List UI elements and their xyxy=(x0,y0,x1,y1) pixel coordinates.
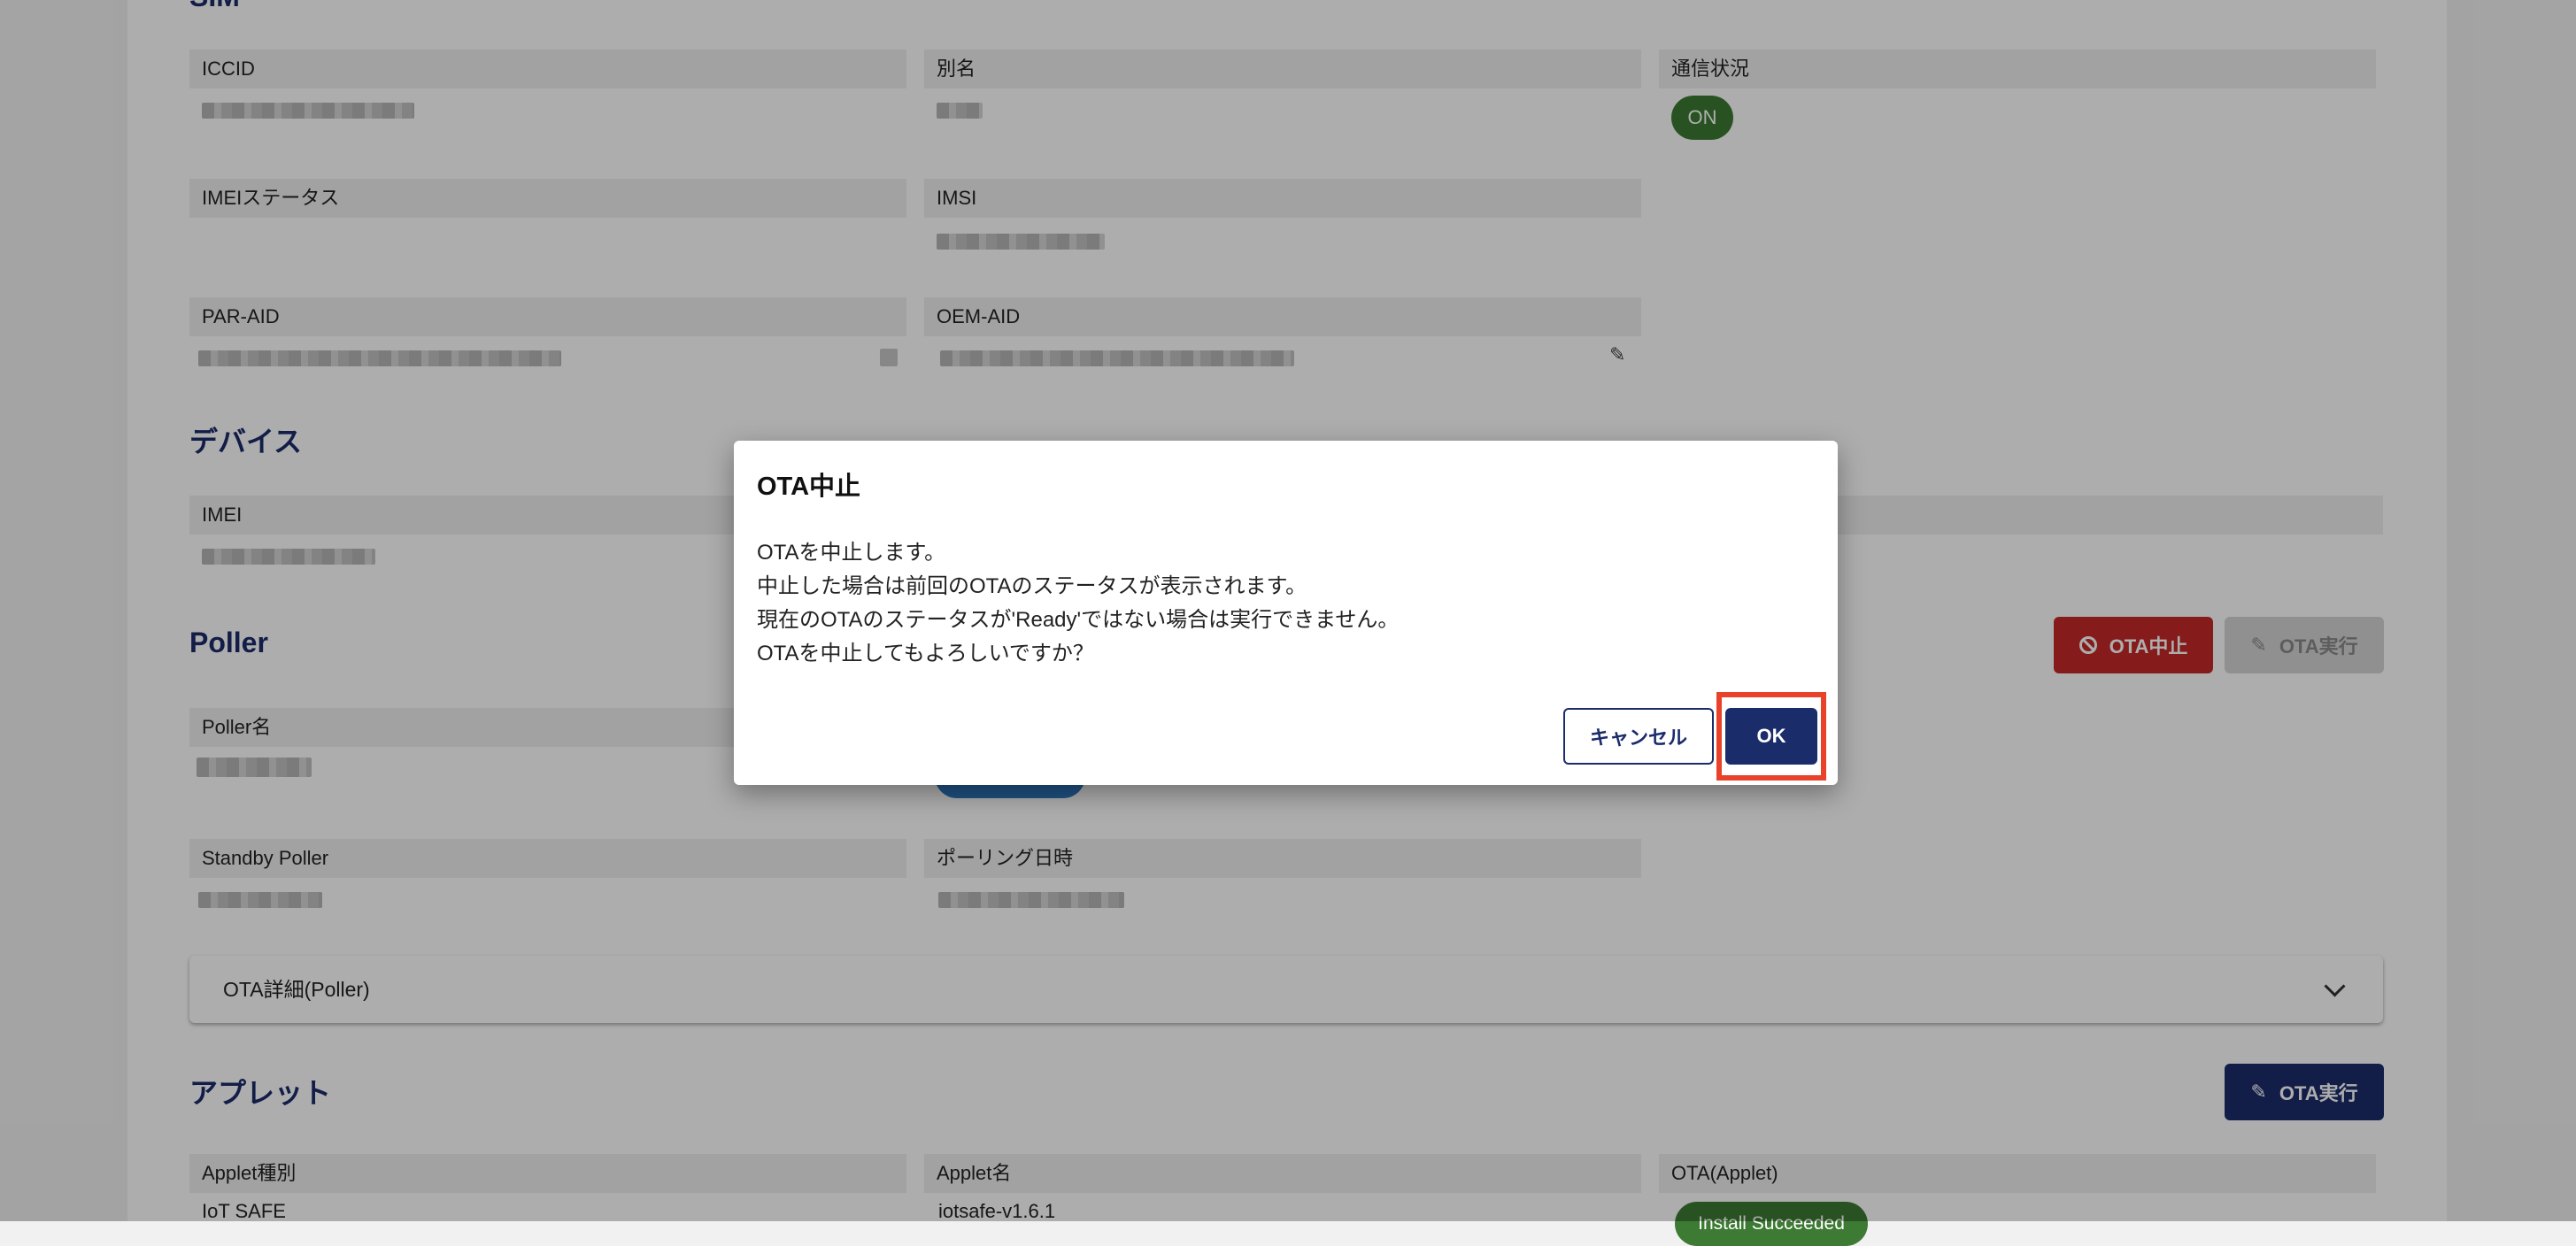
ok-label: OK xyxy=(1756,725,1786,747)
dialog-message-line: OTAを中止します。 xyxy=(757,541,946,565)
ok-button[interactable]: OK xyxy=(1725,708,1817,765)
cancel-button[interactable]: キャンセル xyxy=(1563,708,1714,765)
ota-stop-dialog: OTA中止 OTAを中止します。 中止した場合は前回のOTAのステータスが表示さ… xyxy=(734,441,1838,785)
dialog-message-line: 現在のOTAのステータスが'Ready'ではない場合は実行できません。 xyxy=(757,608,1400,632)
dialog-message-line: 中止した場合は前回のOTAのステータスが表示されます。 xyxy=(757,574,1307,598)
dialog-message-line: OTAを中止してもよろしいですか？ xyxy=(757,642,1094,665)
dialog-message: OTAを中止します。 中止した場合は前回のOTAのステータスが表示されます。 現… xyxy=(757,536,1399,671)
cancel-label: キャンセル xyxy=(1589,727,1687,749)
dialog-title: OTA中止 xyxy=(757,473,861,501)
